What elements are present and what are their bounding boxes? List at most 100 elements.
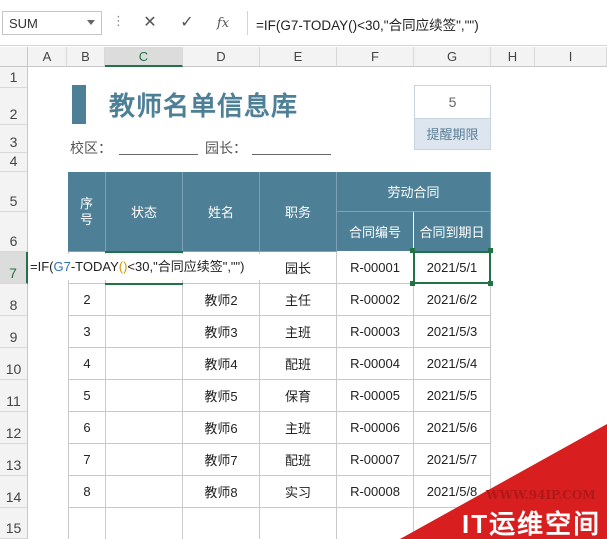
- row-header-15[interactable]: 15: [0, 508, 28, 539]
- cell-contract-due[interactable]: 2021/5/4: [414, 348, 491, 380]
- cell-seq[interactable]: 3: [68, 316, 106, 348]
- header-contract[interactable]: 劳动合同: [337, 172, 491, 212]
- row-header-7[interactable]: 7: [0, 252, 28, 284]
- fill-handle-icon[interactable]: [488, 281, 493, 286]
- cell-seq[interactable]: 2: [68, 284, 106, 316]
- cell-name[interactable]: 教师8: [183, 476, 260, 508]
- cell-contract-no[interactable]: R-00005: [337, 380, 414, 412]
- cell-role[interactable]: 实习: [260, 476, 337, 508]
- column-header-f[interactable]: F: [337, 47, 414, 67]
- close-icon[interactable]: ✕: [135, 10, 165, 36]
- principal-label: 园长：: [205, 140, 247, 156]
- chevron-down-icon[interactable]: [87, 20, 95, 25]
- resize-handle-icon[interactable]: [410, 248, 415, 253]
- active-cell-g7[interactable]: [413, 251, 491, 284]
- cell-role[interactable]: 主任: [260, 284, 337, 316]
- formula-cell-ref: G7: [53, 259, 71, 274]
- row-header-9[interactable]: 9: [0, 316, 28, 348]
- cell-name[interactable]: 教师2: [183, 284, 260, 316]
- column-header-i[interactable]: I: [535, 47, 607, 67]
- cell-status[interactable]: [106, 316, 183, 348]
- cell-role[interactable]: 配班: [260, 348, 337, 380]
- column-header-b[interactable]: B: [67, 47, 105, 67]
- cell-contract-due[interactable]: 2021/5/3: [414, 316, 491, 348]
- row-header-4[interactable]: 4: [0, 153, 28, 172]
- cell-seq[interactable]: 5: [68, 380, 106, 412]
- cell-seq[interactable]: 4: [68, 348, 106, 380]
- column-header-d[interactable]: D: [183, 47, 260, 67]
- cell-status[interactable]: [106, 380, 183, 412]
- column-header-a[interactable]: A: [28, 47, 67, 67]
- cell-contract-no[interactable]: R-00001: [337, 252, 414, 284]
- principal-underline[interactable]: [252, 154, 331, 155]
- cell-status[interactable]: [106, 412, 183, 444]
- cell-seq[interactable]: 8: [68, 476, 106, 508]
- cell-name[interactable]: 教师7: [183, 444, 260, 476]
- in-cell-formula-editor[interactable]: =IF(G7-TODAY()<30,"合同应续签",""): [28, 254, 266, 280]
- empty-cell[interactable]: [260, 508, 337, 539]
- cell-contract-no[interactable]: R-00003: [337, 316, 414, 348]
- header-name[interactable]: 姓名: [183, 172, 260, 252]
- cell-contract-no[interactable]: R-00002: [337, 284, 414, 316]
- formula-bar: SUM ⋮ ✕ ✓ fx =IF(G7-TODAY()<30,"合同应续签","…: [0, 0, 607, 46]
- row-header-6[interactable]: 6: [0, 212, 28, 252]
- cell-name[interactable]: 教师5: [183, 380, 260, 412]
- resize-handle-icon[interactable]: [410, 281, 415, 286]
- cell-name[interactable]: 教师4: [183, 348, 260, 380]
- row-header-2[interactable]: 2: [0, 88, 28, 125]
- row-header-10[interactable]: 10: [0, 348, 28, 380]
- column-header-e[interactable]: E: [260, 47, 337, 67]
- cell-contract-no[interactable]: R-00004: [337, 348, 414, 380]
- more-options-icon[interactable]: ⋮: [112, 13, 125, 29]
- cell-contract-due[interactable]: 2021/6/2: [414, 284, 491, 316]
- row-header-1[interactable]: 1: [0, 67, 28, 88]
- row-header-13[interactable]: 13: [0, 444, 28, 476]
- header-status[interactable]: 状态: [106, 172, 183, 252]
- row-header-12[interactable]: 12: [0, 412, 28, 444]
- header-role[interactable]: 职务: [260, 172, 337, 252]
- row-header-14[interactable]: 14: [0, 476, 28, 508]
- cell-name[interactable]: 教师6: [183, 412, 260, 444]
- row-header-5[interactable]: 5: [0, 172, 28, 212]
- column-header-g[interactable]: G: [414, 47, 491, 67]
- insert-function-button[interactable]: fx: [208, 10, 238, 36]
- cell-seq[interactable]: 6: [68, 412, 106, 444]
- cell-status[interactable]: [106, 348, 183, 380]
- cell-status[interactable]: [106, 476, 183, 508]
- resize-handle-icon[interactable]: [488, 248, 493, 253]
- row-header-11[interactable]: 11: [0, 380, 28, 412]
- header-contract-no-label: 合同编号: [348, 225, 401, 240]
- fx-icon: fx: [216, 16, 230, 31]
- name-box[interactable]: SUM: [2, 11, 102, 35]
- cell-role[interactable]: 配班: [260, 444, 337, 476]
- empty-cell[interactable]: [106, 508, 183, 539]
- header-contract-due[interactable]: 合同到期日: [414, 212, 491, 252]
- row-header-8[interactable]: 8: [0, 284, 28, 316]
- header-contract-no[interactable]: 合同编号: [337, 212, 414, 252]
- cell-role[interactable]: 主班: [260, 412, 337, 444]
- school-underline[interactable]: [119, 154, 198, 155]
- cell-role[interactable]: 保育: [260, 380, 337, 412]
- cell-seq[interactable]: 7: [68, 444, 106, 476]
- row-header-3[interactable]: 3: [0, 125, 28, 153]
- sheet-title[interactable]: 教师名单信息库: [109, 86, 298, 123]
- column-header-c[interactable]: C: [105, 47, 183, 67]
- cell-status[interactable]: [106, 284, 183, 316]
- cell-status[interactable]: [106, 444, 183, 476]
- cell-role[interactable]: 园长: [260, 252, 337, 284]
- name-box-value: SUM: [9, 16, 38, 31]
- empty-cell[interactable]: [68, 508, 106, 539]
- cell-role[interactable]: 主班: [260, 316, 337, 348]
- header-name-label: 姓名: [207, 205, 234, 220]
- column-header-h[interactable]: H: [491, 47, 535, 67]
- check-icon[interactable]: ✓: [172, 10, 202, 36]
- reminder-label-cell[interactable]: 提醒期限: [414, 118, 491, 150]
- empty-cell[interactable]: [183, 508, 260, 539]
- select-all-corner[interactable]: [0, 47, 28, 67]
- header-seq[interactable]: 序号: [68, 172, 106, 252]
- header-seq-label: 序号: [79, 195, 93, 227]
- formula-input[interactable]: =IF(G7-TODAY()<30,"合同应续签",""): [247, 11, 605, 35]
- reminder-days-cell[interactable]: 5: [414, 85, 491, 118]
- cell-name[interactable]: 教师3: [183, 316, 260, 348]
- cell-contract-due[interactable]: 2021/5/5: [414, 380, 491, 412]
